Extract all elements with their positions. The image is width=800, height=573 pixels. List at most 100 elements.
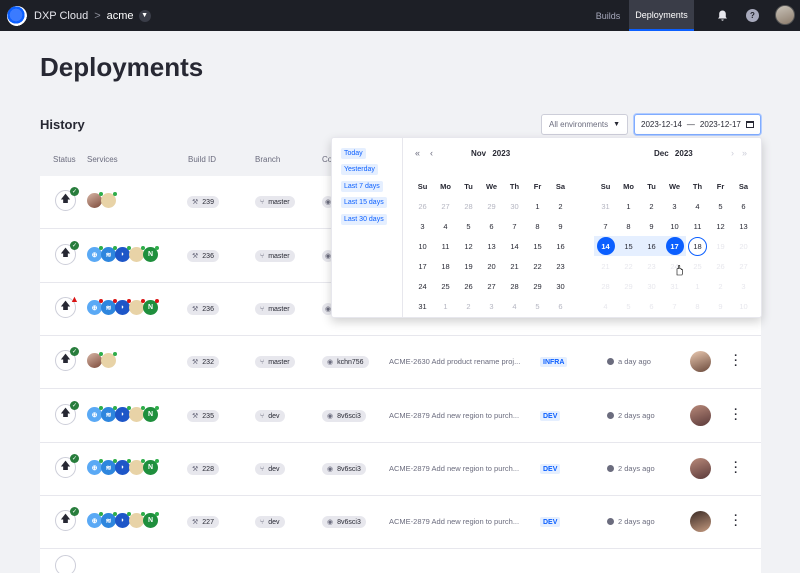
calendar-day[interactable]: 6 <box>732 196 755 216</box>
calendar-day[interactable]: 9 <box>549 216 572 236</box>
calendar-day[interactable]: 19 <box>709 236 732 256</box>
calendar-day[interactable]: 22 <box>526 256 549 276</box>
calendar-day[interactable]: 16 <box>549 236 572 256</box>
calendar-day[interactable]: 28 <box>594 276 617 296</box>
build-pill[interactable]: ⚒ 227 <box>187 516 219 528</box>
calendar-day[interactable]: 10 <box>663 216 686 236</box>
calendar-day[interactable]: 5 <box>617 296 640 316</box>
more-actions-icon[interactable]: · · · <box>733 351 739 372</box>
calendar-day[interactable]: 7 <box>503 216 526 236</box>
calendar-day[interactable]: 15 <box>526 236 549 256</box>
calendar-day[interactable]: 2 <box>709 276 732 296</box>
commit-pill[interactable]: ◉ 8v6sci3 <box>322 410 366 422</box>
next-year-icon[interactable]: » <box>742 148 747 158</box>
calendar-day[interactable]: 27 <box>434 196 457 216</box>
calendar-day[interactable]: 30 <box>549 276 572 296</box>
calendar-day[interactable]: 31 <box>594 196 617 216</box>
calendar-day[interactable]: 3 <box>411 216 434 236</box>
table-row[interactable]: 🡅 ✓ ⊕ ≋ ◗ N ⚒ 235 ⑂ dev ◉ 8v6sci3 ACME-2879 … <box>40 390 761 443</box>
calendar-day[interactable]: 23 <box>640 256 663 276</box>
table-row[interactable]: 🡅 ✓ ⚒ 232 ⑂ master ◉ kchn756 ACME-2630 Add p… <box>40 336 761 389</box>
calendar-day[interactable]: 5 <box>709 196 732 216</box>
calendar-day[interactable]: 8 <box>526 216 549 236</box>
calendar-day[interactable]: 21 <box>503 256 526 276</box>
table-row[interactable]: 🡅 ✓ ⊕ ≋ ◗ N ⚒ 227 ⑂ dev ◉ 8v6sci3 ACME-2879 … <box>40 496 761 549</box>
table-row[interactable] <box>40 549 761 573</box>
date-range-input[interactable]: 2023-12-14 — 2023-12-17 <box>634 114 761 135</box>
brand-name[interactable]: DXP Cloud <box>34 10 88 22</box>
calendar-day[interactable]: 14 <box>594 236 617 256</box>
prev-month-icon[interactable]: ‹ <box>430 148 433 158</box>
preset-last-15-days[interactable]: Last 15 days <box>341 197 387 208</box>
build-pill[interactable]: ⚒ 235 <box>187 410 219 422</box>
branch-pill[interactable]: ⑂ dev <box>255 410 285 422</box>
build-pill[interactable]: ⚒ 236 <box>187 303 219 315</box>
more-actions-icon[interactable]: · · · <box>733 458 739 479</box>
calendar-day[interactable]: 9 <box>709 296 732 316</box>
preset-today[interactable]: Today <box>341 148 366 159</box>
calendar-day[interactable]: 22 <box>617 256 640 276</box>
calendar-day[interactable]: 5 <box>457 216 480 236</box>
commit-pill[interactable]: ◉ 8v6sci3 <box>322 516 366 528</box>
build-pill[interactable]: ⚒ 232 <box>187 356 219 368</box>
branch-pill[interactable]: ⑂ master <box>255 303 295 315</box>
author-avatar[interactable] <box>690 405 711 426</box>
calendar-day[interactable]: 2 <box>549 196 572 216</box>
build-pill[interactable]: ⚒ 239 <box>187 196 219 208</box>
calendar-day[interactable]: 12 <box>709 216 732 236</box>
calendar-day[interactable]: 29 <box>617 276 640 296</box>
calendar-day[interactable]: 16 <box>640 236 663 256</box>
calendar-day[interactable]: 20 <box>480 256 503 276</box>
preset-last-30-days[interactable]: Last 30 days <box>341 214 387 225</box>
calendar-day[interactable]: 13 <box>480 236 503 256</box>
calendar-day[interactable]: 17 <box>663 236 686 256</box>
calendar-day[interactable]: 1 <box>617 196 640 216</box>
calendar-day[interactable]: 3 <box>480 296 503 316</box>
help-icon[interactable]: ? <box>746 9 759 22</box>
chevron-down-icon[interactable]: ▼ <box>138 9 151 22</box>
calendar-day[interactable]: 6 <box>480 216 503 236</box>
calendar-day[interactable]: 30 <box>640 276 663 296</box>
calendar-day[interactable]: 1 <box>686 276 709 296</box>
calendar-day[interactable]: 4 <box>594 296 617 316</box>
calendar-day[interactable]: 31 <box>663 276 686 296</box>
branch-pill[interactable]: ⑂ master <box>255 356 295 368</box>
calendar-day[interactable]: 5 <box>526 296 549 316</box>
calendar-day[interactable]: 7 <box>663 296 686 316</box>
build-pill[interactable]: ⚒ 228 <box>187 463 219 475</box>
calendar-day[interactable]: 21 <box>594 256 617 276</box>
calendar-day[interactable]: 31 <box>411 296 434 316</box>
calendar-day[interactable]: 27 <box>732 256 755 276</box>
calendar-day[interactable]: 25 <box>434 276 457 296</box>
calendar-day[interactable]: 26 <box>411 196 434 216</box>
user-avatar[interactable] <box>775 5 795 25</box>
calendar-day[interactable]: 3 <box>732 276 755 296</box>
author-avatar[interactable] <box>690 351 711 372</box>
calendar-day[interactable]: 3 <box>663 196 686 216</box>
calendar-day[interactable]: 13 <box>732 216 755 236</box>
calendar-day[interactable]: 9 <box>640 216 663 236</box>
table-row[interactable]: 🡅 ✓ ⊕ ≋ ◗ N ⚒ 228 ⑂ dev ◉ 8v6sci3 ACME-2879 … <box>40 443 761 496</box>
commit-pill[interactable]: ◉ kchn756 <box>322 356 369 368</box>
preset-yesterday[interactable]: Yesterday <box>341 164 378 175</box>
calendar-day[interactable]: 17 <box>411 256 434 276</box>
nav-builds[interactable]: Builds <box>588 0 628 31</box>
branch-pill[interactable]: ⑂ dev <box>255 516 285 528</box>
calendar-day[interactable]: 29 <box>480 196 503 216</box>
calendar-day[interactable]: 29 <box>526 276 549 296</box>
calendar-day[interactable]: 12 <box>457 236 480 256</box>
more-actions-icon[interactable]: · · · <box>733 511 739 532</box>
calendar-day[interactable]: 4 <box>434 216 457 236</box>
calendar-day[interactable]: 2 <box>457 296 480 316</box>
calendar-day[interactable]: 24 <box>411 276 434 296</box>
calendar-day[interactable]: 26 <box>709 256 732 276</box>
more-actions-icon[interactable]: · · · <box>733 405 739 426</box>
author-avatar[interactable] <box>690 511 711 532</box>
calendar-day[interactable]: 10 <box>732 296 755 316</box>
calendar-day[interactable]: 7 <box>594 216 617 236</box>
calendar-day[interactable]: 4 <box>686 196 709 216</box>
prev-year-icon[interactable]: « <box>415 148 420 158</box>
calendar-day[interactable]: 1 <box>434 296 457 316</box>
calendar-day[interactable]: 2 <box>640 196 663 216</box>
calendar-day[interactable]: 14 <box>503 236 526 256</box>
